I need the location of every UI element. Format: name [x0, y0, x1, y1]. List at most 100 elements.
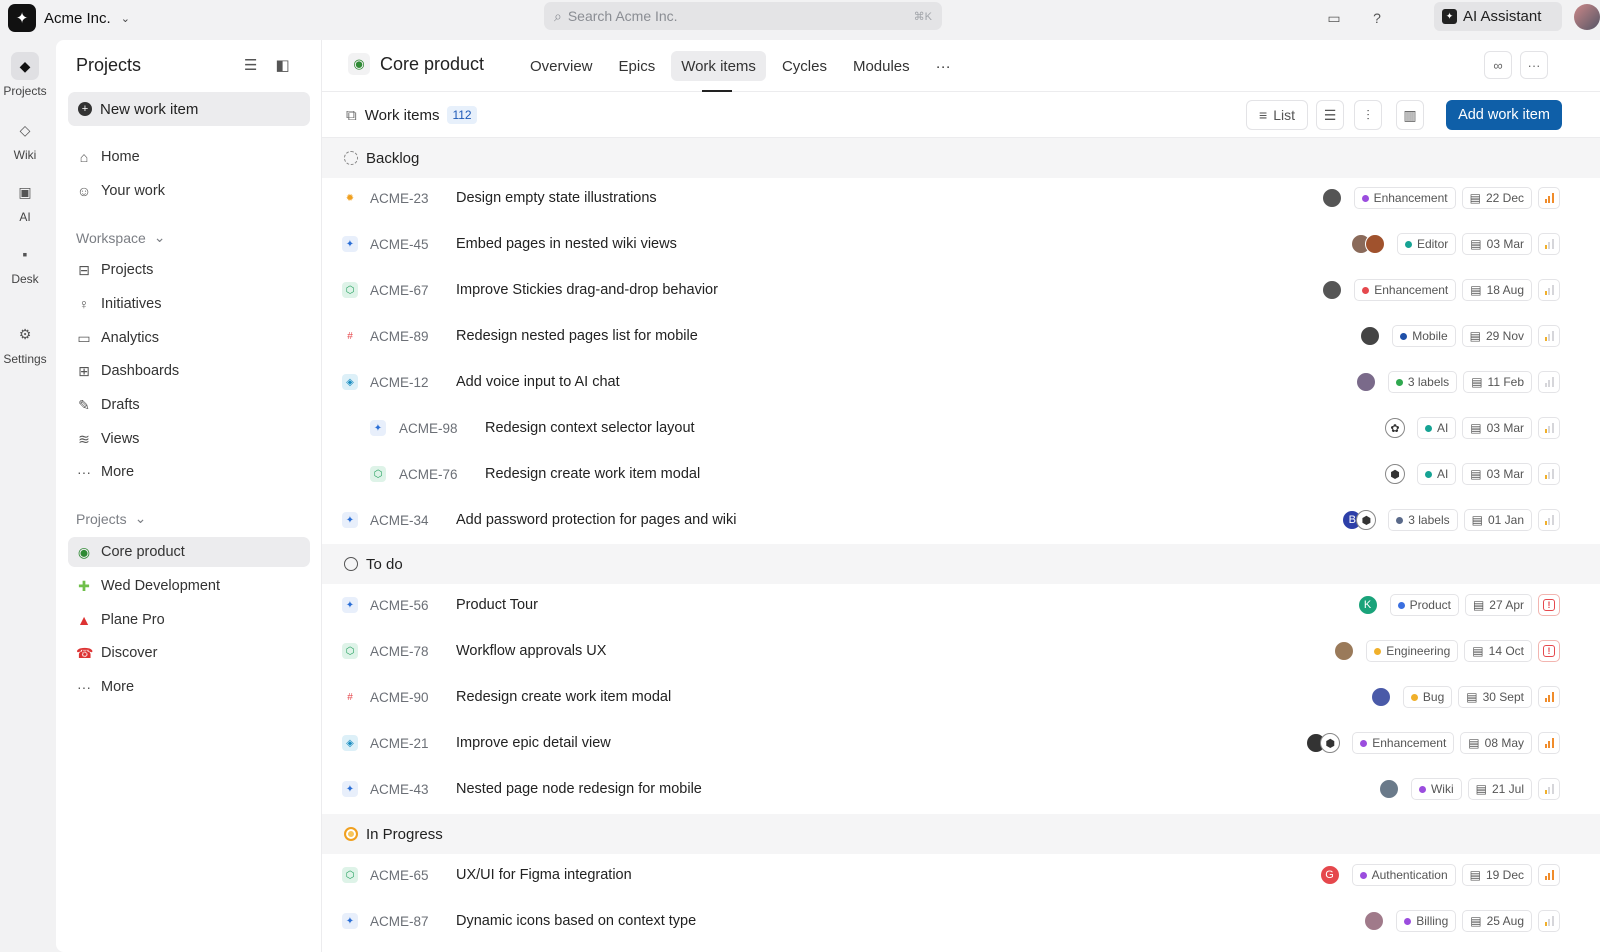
label-chip[interactable]: Enhancement	[1353, 187, 1456, 209]
due-date-chip[interactable]: ▤ 27 Apr	[1464, 594, 1532, 616]
new-work-item-button[interactable]: + New work item	[68, 92, 310, 126]
add-work-item-button[interactable]: Add work item	[1446, 100, 1562, 130]
priority-low-icon[interactable]	[1538, 910, 1560, 932]
assignees[interactable]	[1364, 911, 1385, 931]
sidebar-item-your-work[interactable]: ☺ Your work	[68, 176, 310, 206]
priority-low-icon[interactable]	[1538, 778, 1560, 800]
due-date-chip[interactable]: ▤ 08 May	[1460, 732, 1532, 754]
due-date-chip[interactable]: ▤ 30 Sept	[1458, 686, 1532, 708]
assignees[interactable]	[1322, 280, 1343, 300]
assignees[interactable]: ⬢	[1384, 464, 1405, 484]
sidebar-item-more-projects[interactable]: ··· More	[68, 672, 310, 702]
tab-cycles[interactable]: Cycles	[772, 51, 837, 81]
due-date-chip[interactable]: ▤ 18 Aug	[1462, 279, 1532, 301]
search-input[interactable]: ⌕ Search Acme Inc. ⌘K	[544, 2, 942, 30]
assignees[interactable]: K	[1357, 595, 1378, 615]
sidebar-item-initiatives[interactable]: ♀ Initiatives	[68, 289, 310, 319]
label-chip[interactable]: Enhancement	[1354, 279, 1457, 301]
project-title[interactable]: ◉ Core product	[348, 53, 484, 75]
layout-list-button[interactable]: ≡ List	[1246, 100, 1308, 130]
priority-none-icon[interactable]	[1538, 371, 1560, 393]
filter-button[interactable]: ☰	[1316, 100, 1344, 130]
due-date-chip[interactable]: ▤ 29 Nov	[1461, 325, 1532, 347]
table-row[interactable]: # ACME-90 Redesign create work item moda…	[322, 674, 1600, 720]
table-row[interactable]: ✦ ACME-43 Nested page node redesign for …	[322, 766, 1600, 812]
priority-urgent-icon[interactable]: !	[1538, 594, 1560, 616]
sidebar-item-discover[interactable]: ☎ Discover	[68, 638, 310, 668]
table-row[interactable]: ◈ ACME-12 Add voice input to AI chat 3 l…	[322, 359, 1600, 405]
inbox-icon[interactable]: ▭	[1322, 6, 1346, 30]
assignees[interactable]	[1360, 326, 1381, 346]
link-icon[interactable]: ∞	[1484, 51, 1512, 79]
label-chip[interactable]: Wiki	[1410, 778, 1462, 800]
sidebar-item-drafts[interactable]: ✎ Drafts	[68, 390, 310, 420]
due-date-chip[interactable]: ▤ 03 Mar	[1462, 463, 1532, 485]
due-date-chip[interactable]: ▤ 19 Dec	[1461, 864, 1532, 886]
due-date-chip[interactable]: ▤ 03 Mar	[1462, 417, 1532, 439]
sidebar-item-core-product[interactable]: ◉ Core product	[68, 537, 310, 567]
panel-toggle-icon[interactable]: ◧	[275, 56, 289, 74]
more-options-icon[interactable]: ···	[1520, 51, 1548, 79]
tabs-more-button[interactable]: ···	[926, 51, 961, 81]
label-chip[interactable]: Enhancement	[1352, 732, 1455, 754]
table-row[interactable]: ⬡ ACME-76 Redesign create work item moda…	[322, 451, 1600, 497]
priority-high-icon[interactable]	[1538, 732, 1560, 754]
label-chip[interactable]: Bug	[1402, 686, 1453, 708]
table-row[interactable]: ✦ ACME-87 Dynamic icons based on context…	[322, 898, 1600, 944]
priority-low-icon[interactable]	[1538, 325, 1560, 347]
priority-low-icon[interactable]	[1538, 463, 1560, 485]
sidebar-item-plane-pro[interactable]: ▲ Plane Pro	[68, 605, 310, 635]
group-header-backlog[interactable]: Backlog	[322, 138, 1600, 178]
assignees[interactable]	[1321, 188, 1342, 208]
due-date-chip[interactable]: ▤ 03 Mar	[1462, 233, 1532, 255]
table-row[interactable]: ⬡ ACME-65 UX/UI for Figma integration G …	[322, 852, 1600, 898]
label-chip[interactable]: AI	[1416, 417, 1457, 439]
rail-item-ai[interactable]: ▣ AI	[0, 178, 50, 225]
sidebar-item-views[interactable]: ≋ Views	[68, 424, 310, 454]
assignees[interactable]: G	[1319, 865, 1340, 885]
sidebar-item-analytics[interactable]: ▭ Analytics	[68, 323, 310, 353]
ai-assistant-button[interactable]: ✦ AI Assistant	[1434, 2, 1562, 31]
label-chip[interactable]: Product	[1389, 594, 1459, 616]
due-date-chip[interactable]: ▤ 25 Aug	[1462, 910, 1532, 932]
projects-section-header[interactable]: Projects ⌄	[76, 510, 146, 527]
assignees[interactable]: B ⬢	[1342, 510, 1377, 530]
assignees[interactable]: ⬢	[1306, 733, 1341, 753]
table-row[interactable]: ✦ ACME-98 Redesign context selector layo…	[322, 405, 1600, 451]
table-row[interactable]: ✦ ACME-56 Product Tour K Product ▤ 27 Apr…	[322, 582, 1600, 628]
help-icon[interactable]: ?	[1365, 6, 1389, 30]
assignees[interactable]	[1334, 641, 1355, 661]
priority-urgent-icon[interactable]: !	[1538, 640, 1560, 662]
due-date-chip[interactable]: ▤ 14 Oct	[1464, 640, 1532, 662]
rail-item-desk[interactable]: ▪ Desk	[0, 240, 50, 286]
table-row[interactable]: # ACME-89 Redesign nested pages list for…	[322, 313, 1600, 359]
analytics-button[interactable]: ▥	[1396, 100, 1424, 130]
label-chip[interactable]: 3 labels	[1388, 509, 1458, 531]
workspace-section-header[interactable]: Workspace ⌄	[76, 229, 166, 246]
sidebar-item-projects[interactable]: ⊟ Projects	[68, 255, 310, 285]
rail-item-settings[interactable]: ⚙ Settings	[0, 320, 50, 367]
tab-modules[interactable]: Modules	[843, 51, 920, 81]
due-date-chip[interactable]: ▤ 11 Feb	[1463, 371, 1532, 393]
priority-high-icon[interactable]	[1538, 864, 1560, 886]
label-chip[interactable]: Mobile	[1392, 325, 1456, 347]
due-date-chip[interactable]: ▤ 22 Dec	[1461, 187, 1532, 209]
assignees[interactable]	[1350, 234, 1385, 254]
user-avatar[interactable]	[1574, 4, 1600, 30]
table-row[interactable]: ⬡ ACME-78 Workflow approvals UX Engineer…	[322, 628, 1600, 674]
label-chip[interactable]: Billing	[1396, 910, 1457, 932]
priority-low-icon[interactable]	[1538, 417, 1560, 439]
assignees[interactable]	[1370, 687, 1391, 707]
assignees[interactable]	[1355, 372, 1376, 392]
table-row[interactable]: ⬡ ACME-67 Improve Stickies drag-and-drop…	[322, 267, 1600, 313]
tab-epics[interactable]: Epics	[609, 51, 666, 81]
assignees[interactable]: ✿	[1384, 418, 1405, 438]
priority-high-icon[interactable]	[1538, 686, 1560, 708]
org-switcher[interactable]: ✦ Acme Inc. ⌄	[8, 3, 130, 33]
table-row[interactable]: ✹ ACME-23 Design empty state illustratio…	[322, 175, 1600, 221]
priority-low-icon[interactable]	[1538, 279, 1560, 301]
priority-low-icon[interactable]	[1538, 509, 1560, 531]
group-header-in-progress[interactable]: In Progress	[322, 814, 1600, 854]
label-chip[interactable]: 3 labels	[1387, 371, 1458, 393]
display-button[interactable]: ⫶	[1354, 100, 1382, 130]
